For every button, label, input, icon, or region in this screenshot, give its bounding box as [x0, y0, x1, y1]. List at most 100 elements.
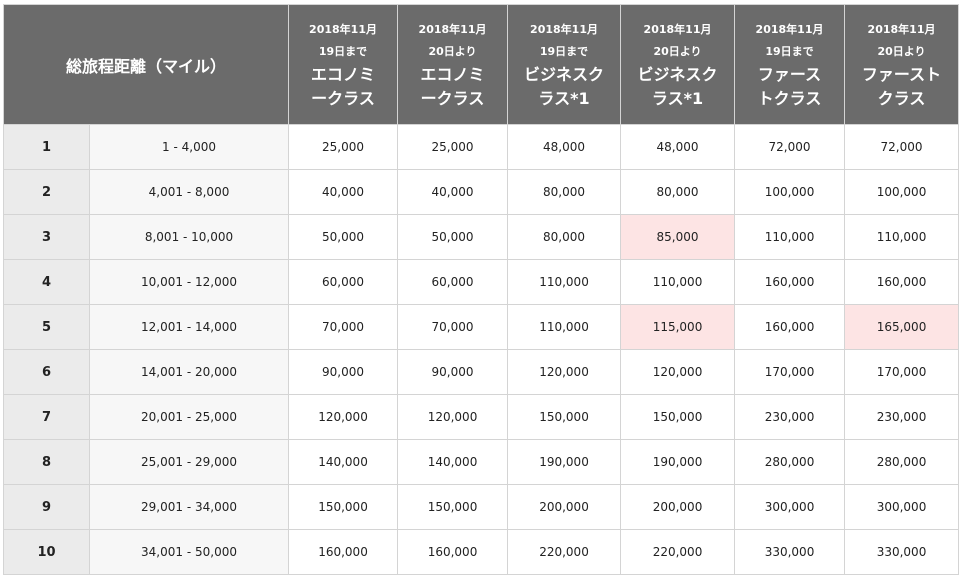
miles-cell: 150,000	[507, 394, 622, 440]
col-header-class-1: ファース	[757, 64, 822, 84]
distance-cell: 25,001 - 29,000	[88, 439, 290, 485]
zone-cell: 9	[3, 484, 90, 530]
miles-cell: 110,000	[507, 304, 622, 350]
miles-cell: 100,000	[734, 169, 846, 215]
miles-cell: 90,000	[397, 349, 509, 395]
miles-cell: 72,000	[734, 124, 846, 170]
miles-cell: 220,000	[507, 529, 622, 575]
col-header-class-1: エコノミ	[311, 64, 376, 84]
zone-cell: 2	[3, 169, 90, 215]
miles-cell: 72,000	[844, 124, 959, 170]
distance-cell: 8,001 - 10,000	[88, 214, 290, 260]
col-header-date-1: 2018年11月	[530, 22, 598, 36]
col-header-class-1: ファースト	[861, 64, 942, 84]
miles-cell: 230,000	[844, 394, 959, 440]
zone-cell: 4	[3, 259, 90, 305]
miles-cell: 120,000	[507, 349, 622, 395]
table-body: 11 - 4,000 25,000 25,000 48,000 48,000 72,000…	[3, 124, 959, 575]
distance-header: 総旅程距離（マイル）	[2, 4, 290, 125]
miles-cell: 220,000	[620, 529, 736, 575]
miles-cell: 170,000	[734, 349, 846, 395]
zone-cell: 8	[3, 439, 90, 485]
col-header-class-1: ビジネスク	[637, 64, 718, 84]
table-row: 9 29,001 - 34,000 150,000 150,000 200,000 200…	[3, 484, 959, 530]
miles-cell: 48,000	[620, 124, 736, 170]
distance-cell: 10,001 - 12,000	[88, 259, 290, 305]
miles-cell: 165,000	[844, 304, 959, 350]
miles-cell: 330,000	[844, 529, 959, 575]
miles-cell: 110,000	[620, 259, 736, 305]
col-header-class-1: ビジネスク	[524, 64, 605, 84]
table-header: 総旅程距離（マイル） 2018年11月 19日まで エコノミ ークラス 2018…	[2, 4, 959, 125]
col-header-date-2: 19日まで	[539, 44, 589, 58]
miles-cell: 140,000	[288, 439, 399, 485]
col-header-date-1: 2018年11月	[867, 22, 936, 36]
miles-cell: 70,000	[397, 304, 509, 350]
col-header-date-2: 20日より	[877, 44, 926, 58]
miles-cell: 110,000	[844, 214, 959, 260]
miles-cell: 40,000	[288, 169, 399, 215]
miles-cell: 120,000	[288, 394, 399, 440]
col-header-date-1: 2018年11月	[755, 22, 824, 36]
table-row: 8 25,001 - 29,000 140,000 140,000 190,000 190…	[3, 439, 959, 485]
miles-cell: 50,000	[288, 214, 399, 260]
col-header-class-2: クラス	[877, 88, 926, 108]
col-header-1: 2018年11月 19日まで エコノミ ークラス	[288, 4, 399, 125]
miles-cell: 160,000	[397, 529, 509, 575]
miles-cell: 190,000	[507, 439, 622, 485]
miles-cell: 60,000	[288, 259, 399, 305]
col-header-date-1: 2018年11月	[418, 22, 487, 36]
miles-cell: 190,000	[620, 439, 736, 485]
miles-cell: 280,000	[844, 439, 959, 485]
miles-cell: 300,000	[734, 484, 846, 530]
col-header-6: 2018年11月 20日より ファースト クラス	[844, 4, 959, 125]
miles-cell: 115,000	[620, 304, 736, 350]
table-row: 4 10,001 - 12,000 60,000 60,000 110,000 110,0…	[3, 259, 959, 305]
miles-cell: 200,000	[620, 484, 736, 530]
zone-cell: 3	[3, 214, 90, 260]
miles-cell: 300,000	[844, 484, 959, 530]
col-header-3: 2018年11月 19日まで ビジネスク ラス*1	[507, 4, 622, 125]
col-header-date-2: 20日より	[428, 44, 477, 58]
header-row: 総旅程距離（マイル） 2018年11月 19日まで エコノミ ークラス 2018…	[2, 4, 959, 125]
miles-cell: 160,000	[288, 529, 399, 575]
col-header-class-1: エコノミ	[420, 64, 485, 84]
miles-cell: 150,000	[288, 484, 399, 530]
miles-cell: 140,000	[397, 439, 509, 485]
miles-cell: 280,000	[734, 439, 846, 485]
distance-cell: 34,001 - 50,000	[88, 529, 290, 575]
miles-cell: 120,000	[620, 349, 736, 395]
miles-cell: 85,000	[620, 214, 736, 260]
col-header-class-2: ークラス	[311, 88, 375, 108]
miles-cell: 100,000	[844, 169, 959, 215]
distance-cell: 20,001 - 25,000	[88, 394, 290, 440]
zone-cell: 5	[3, 304, 90, 350]
table-row: 3 8,001 - 10,000 50,000 50,000 80,000 85,000 1…	[3, 214, 959, 260]
miles-cell: 230,000	[734, 394, 846, 440]
col-header-5: 2018年11月 19日まで ファース トクラス	[734, 4, 846, 125]
miles-cell: 170,000	[844, 349, 959, 395]
miles-cell: 90,000	[288, 349, 399, 395]
miles-cell: 200,000	[507, 484, 622, 530]
miles-cell: 60,000	[397, 259, 509, 305]
miles-cell: 80,000	[507, 169, 622, 215]
zone-cell: 7	[3, 394, 90, 440]
table-row: 2 4,001 - 8,000 40,000 40,000 80,000 80,000 10…	[3, 169, 959, 215]
zone-cell: 10	[3, 529, 90, 575]
miles-cell: 160,000	[844, 259, 959, 305]
col-header-class-2: ラス*1	[538, 88, 590, 108]
zone-cell: 1	[3, 124, 90, 170]
col-header-date-1: 2018年11月	[309, 22, 377, 36]
zone-cell: 6	[3, 349, 90, 395]
col-header-date-2: 20日より	[653, 44, 702, 58]
miles-cell: 25,000	[288, 124, 399, 170]
col-header-class-2: トクラス	[757, 88, 822, 108]
distance-cell: 14,001 - 20,000	[88, 349, 290, 395]
col-header-date-2: 19日まで	[765, 44, 814, 58]
distance-cell: 4,001 - 8,000	[88, 169, 290, 215]
distance-cell: 12,001 - 14,000	[88, 304, 290, 350]
miles-cell: 120,000	[397, 394, 509, 440]
miles-cell: 150,000	[397, 484, 509, 530]
miles-cell: 160,000	[734, 259, 846, 305]
miles-cell: 70,000	[288, 304, 399, 350]
